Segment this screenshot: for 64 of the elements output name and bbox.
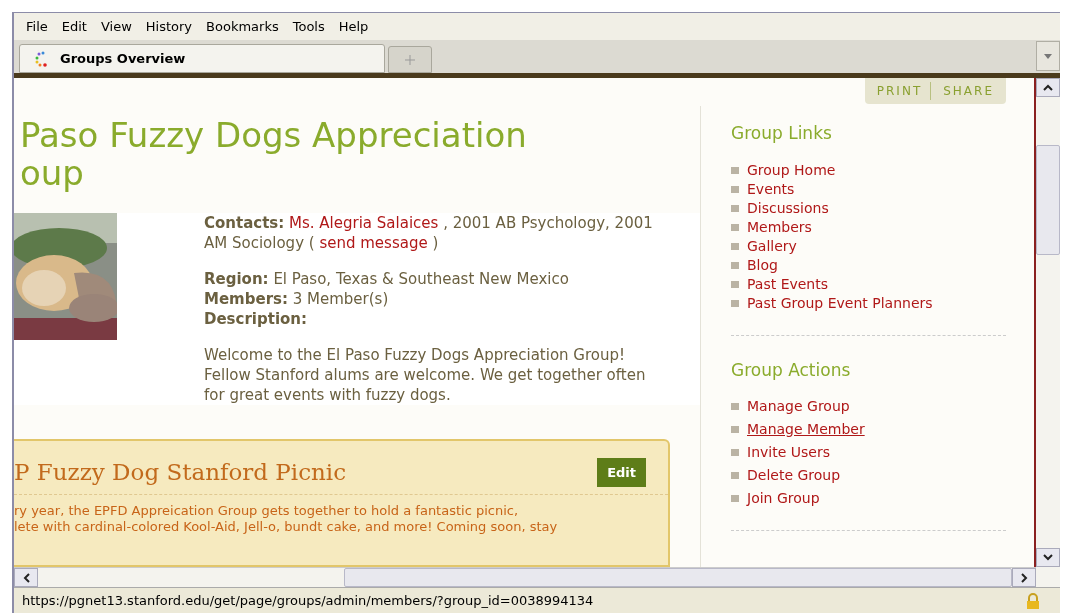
bullet-icon (731, 472, 739, 479)
group-title: Paso Fuzzy Dogs Appreciation (20, 116, 528, 154)
sidebar-link[interactable]: Discussions (747, 198, 829, 218)
caret-icon (1044, 53, 1052, 59)
sidebar-link[interactable]: Past Group Event Planners (747, 293, 933, 313)
sidebar-link[interactable]: Past Events (747, 274, 829, 294)
browser-tab[interactable]: Groups Overview (19, 44, 385, 73)
bullet-icon (731, 204, 739, 212)
sidebar-link[interactable]: Gallery (747, 236, 797, 256)
sidebar-heading: Group Actions (731, 358, 852, 382)
menu-item[interactable]: Edit (55, 16, 93, 37)
sidebar-link[interactable]: Invite Users (747, 443, 830, 462)
event-description-line: lete with cardinal-colored Kool-Aid, Jell-o, bundt cake, and more! Coming soon, stay (14, 518, 559, 535)
menu-item[interactable]: Help (332, 16, 375, 37)
event-description-line: ry year, the EPFD Appreication Group gets together to hold a fantastic picnic, (14, 502, 520, 519)
bullet-icon (731, 403, 739, 410)
description-text: Welcome to the El Paso Fuzzy Dogs Appreciation Group! Fellow Stanford alums are welcome. We get together often for great events with fuzzy dogs. (204, 345, 647, 405)
menu-item[interactable]: History (139, 16, 199, 37)
contact-name-link[interactable]: Ms. Alegria Salaices (289, 214, 439, 232)
menu-item[interactable]: File (20, 16, 54, 37)
vertical-scrollbar[interactable] (1036, 78, 1060, 587)
scroll-thumb[interactable] (1036, 145, 1060, 255)
scroll-up-button[interactable] (1036, 78, 1060, 97)
menu-item[interactable]: Tools (286, 16, 331, 37)
sidebar-link[interactable]: Delete Group (747, 466, 841, 485)
tab-list-button[interactable] (1036, 41, 1060, 71)
region-text: Region: El Paso, Texas & Southeast New Mexico (204, 269, 570, 289)
sidebar-link[interactable]: Events (747, 179, 795, 199)
send-message-link[interactable]: send message (319, 234, 428, 252)
bullet-icon (731, 449, 739, 456)
bullet-icon (731, 261, 739, 269)
sidebar-link[interactable]: Manage Member (747, 420, 865, 439)
event-title: P Fuzzy Dog Stanford Picnic (14, 458, 347, 487)
sidebar-link[interactable]: Members (747, 217, 812, 237)
tab-title: Groups Overview (60, 49, 186, 68)
group-title: oup (20, 154, 85, 192)
contacts-text: Contacts: Ms. Alegria Salaices , 2001 AB Psychology, 2001 AM Sociology ( send message ) (204, 213, 654, 253)
status-url: https://pgnet13.stanford.edu/get/page/groups/admin/members/?group_id=0038994134 (22, 591, 595, 610)
scroll-right-button[interactable] (1012, 568, 1036, 587)
lock-icon (1026, 592, 1040, 609)
description-label: Description: (204, 309, 308, 329)
bullet-icon (731, 299, 739, 307)
bullet-icon (731, 242, 739, 250)
bullet-icon (731, 426, 739, 433)
bullet-icon (731, 223, 739, 231)
scroll-down-button[interactable] (1036, 548, 1060, 567)
sidebar-link[interactable]: Manage Group (747, 397, 850, 416)
sidebar-link[interactable]: Join Group (747, 489, 820, 508)
bullet-icon (731, 495, 739, 502)
edit-button[interactable]: Edit (597, 457, 646, 487)
new-tab-button[interactable] (388, 46, 432, 73)
bullet-icon (731, 166, 739, 174)
plus-icon (405, 54, 415, 65)
sidebar-link[interactable]: Group Home (747, 160, 836, 180)
menu-item[interactable]: View (94, 16, 138, 37)
scroll-thumb[interactable] (344, 568, 1012, 587)
bullet-icon (731, 185, 739, 193)
sidebar-heading: Group Links (731, 122, 833, 145)
members-text: Members: 3 Member(s) (204, 289, 390, 309)
bullet-icon (731, 280, 739, 288)
scroll-left-button[interactable] (14, 568, 38, 587)
horizontal-scrollbar[interactable] (14, 567, 1036, 587)
menu-item[interactable]: Bookmarks (200, 16, 285, 37)
sidebar-link[interactable]: Blog (747, 255, 778, 275)
